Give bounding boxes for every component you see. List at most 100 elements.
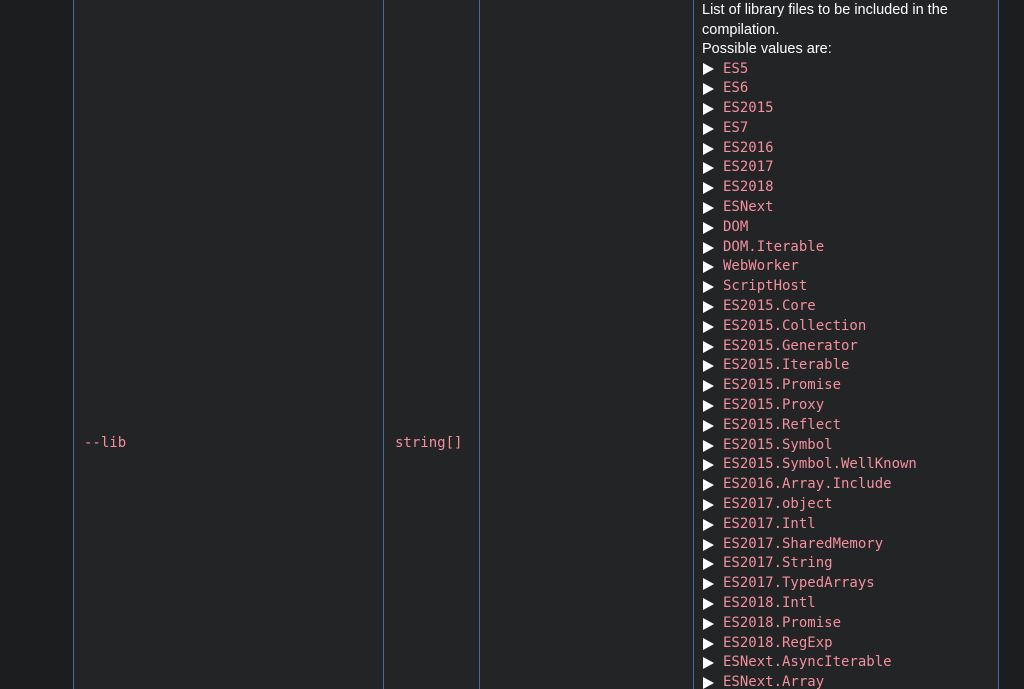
triangle-bullet-icon <box>703 617 714 630</box>
possible-value-code: ES2015.Core <box>723 298 816 315</box>
possible-value-item: ES2018.RegExp <box>702 634 992 654</box>
possible-value-item: ES2017.Intl <box>702 515 992 535</box>
possible-value-item: ES2015.Proxy <box>702 396 992 416</box>
triangle-bullet-icon <box>703 479 714 492</box>
triangle-bullet-icon <box>703 498 714 511</box>
triangle-bullet-icon <box>703 83 714 96</box>
possible-value-item: ES2017.TypedArrays <box>702 574 992 594</box>
possible-value-code: ES2017.object <box>723 496 833 513</box>
option-description-cell: List of library files to be included in … <box>702 1 992 689</box>
possible-value-code: ES2017.Intl <box>723 515 816 532</box>
possible-value-item: ES7 <box>702 119 992 139</box>
possible-value-code: ES2015.Promise <box>723 377 842 394</box>
possible-value-code: ES2017.TypedArrays <box>723 575 875 592</box>
triangle-bullet-icon <box>703 459 714 472</box>
triangle-bullet-icon <box>703 221 714 234</box>
possible-value-item: ES2017 <box>702 158 992 178</box>
possible-value-code: ESNext <box>723 199 774 216</box>
possible-values-label: Possible values are: <box>702 41 832 57</box>
possible-value-item: ES2016 <box>702 139 992 159</box>
possible-value-code: ESNext.Array <box>723 674 825 689</box>
possible-value-code: DOM <box>723 218 749 235</box>
possible-value-item: ScriptHost <box>702 277 992 297</box>
triangle-bullet-icon <box>703 300 714 313</box>
possible-value-code: ES7 <box>723 119 749 136</box>
description-intro: List of library files to be included in … <box>702 2 948 38</box>
possible-value-code: ES2018.Intl <box>723 595 816 612</box>
triangle-bullet-icon <box>703 538 714 551</box>
triangle-bullet-icon <box>703 102 714 115</box>
possible-value-item: ES2015.Collection <box>702 317 992 337</box>
triangle-bullet-icon <box>703 261 714 274</box>
column-divider-description <box>693 0 694 689</box>
possible-value-item: ES2018.Promise <box>702 614 992 634</box>
possible-value-code: WebWorker <box>723 258 799 275</box>
triangle-bullet-icon <box>703 637 714 650</box>
possible-values-list: ES5 ES6 ES2015 ES7 ES2016 ES2017 ES2018 ESNext D… <box>702 60 992 689</box>
triangle-bullet-icon <box>703 439 714 452</box>
triangle-bullet-icon <box>703 122 714 135</box>
triangle-bullet-icon <box>703 320 714 333</box>
possible-value-code: ES2016.Array.Include <box>723 476 892 493</box>
triangle-bullet-icon <box>703 201 714 214</box>
column-divider-left <box>73 0 74 689</box>
possible-value-item: ES6 <box>702 79 992 99</box>
possible-value-item: ESNext.Array <box>702 673 992 689</box>
possible-value-item: ES2016.Array.Include <box>702 475 992 495</box>
possible-value-item: ES2015.Promise <box>702 376 992 396</box>
possible-value-code: ES2015.Iterable <box>723 357 850 374</box>
triangle-bullet-icon <box>703 578 714 591</box>
possible-value-item: ES5 <box>702 60 992 80</box>
possible-value-code: ES2015.Collection <box>723 317 867 334</box>
triangle-bullet-icon <box>703 142 714 155</box>
triangle-bullet-icon <box>703 360 714 373</box>
option-type-cell: string[] <box>395 435 463 451</box>
possible-value-item: ES2015.Iterable <box>702 356 992 376</box>
possible-value-code: ES2015.Proxy <box>723 397 825 414</box>
possible-value-item: ES2017.object <box>702 495 992 515</box>
possible-value-item: ES2015.Generator <box>702 337 992 357</box>
triangle-bullet-icon <box>703 380 714 393</box>
possible-value-item: DOM <box>702 218 992 238</box>
possible-value-item: DOM.Iterable <box>702 238 992 258</box>
triangle-bullet-icon <box>703 657 714 670</box>
possible-value-code: ES2015 <box>723 100 774 117</box>
triangle-bullet-icon <box>703 340 714 353</box>
possible-value-item: ESNext.AsyncIterable <box>702 653 992 673</box>
possible-value-code: ES2015.Symbol <box>723 436 833 453</box>
triangle-bullet-icon <box>703 597 714 610</box>
possible-value-item: ES2018.Intl <box>702 594 992 614</box>
possible-value-item: ES2015.Core <box>702 297 992 317</box>
triangle-bullet-icon <box>703 162 714 175</box>
possible-value-item: ES2015.Symbol <box>702 436 992 456</box>
possible-value-code: ES2015.Generator <box>723 337 858 354</box>
triangle-bullet-icon <box>703 558 714 571</box>
triangle-bullet-icon <box>703 677 714 689</box>
possible-value-code: ES2017.SharedMemory <box>723 535 884 552</box>
possible-value-item: ESNext <box>702 198 992 218</box>
possible-value-code: ES2017 <box>723 159 774 176</box>
possible-value-code: ES6 <box>723 80 749 97</box>
possible-value-code: ESNext.AsyncIterable <box>723 654 892 671</box>
column-divider-right <box>998 0 999 689</box>
possible-value-code: ES2018 <box>723 179 774 196</box>
triangle-bullet-icon <box>703 182 714 195</box>
option-flag-cell: --lib <box>84 435 127 451</box>
possible-value-code: ES2017.String <box>723 555 833 572</box>
possible-value-code: ES2018.Promise <box>723 614 842 631</box>
possible-value-code: ES2015.Reflect <box>723 416 842 433</box>
triangle-bullet-icon <box>703 63 714 76</box>
possible-value-code: ES2015.Symbol.WellKnown <box>723 456 917 473</box>
possible-value-item: ES2017.String <box>702 554 992 574</box>
possible-value-item: ES2015 <box>702 99 992 119</box>
possible-value-code: ScriptHost <box>723 278 808 295</box>
column-divider-type <box>383 0 384 689</box>
possible-value-code: ES2016 <box>723 139 774 156</box>
column-divider-default <box>479 0 480 689</box>
possible-value-code: ES5 <box>723 60 749 77</box>
possible-value-item: ES2018 <box>702 178 992 198</box>
triangle-bullet-icon <box>703 399 714 412</box>
possible-value-item: ES2015.Symbol.WellKnown <box>702 455 992 475</box>
possible-value-item: ES2017.SharedMemory <box>702 535 992 555</box>
triangle-bullet-icon <box>703 518 714 531</box>
